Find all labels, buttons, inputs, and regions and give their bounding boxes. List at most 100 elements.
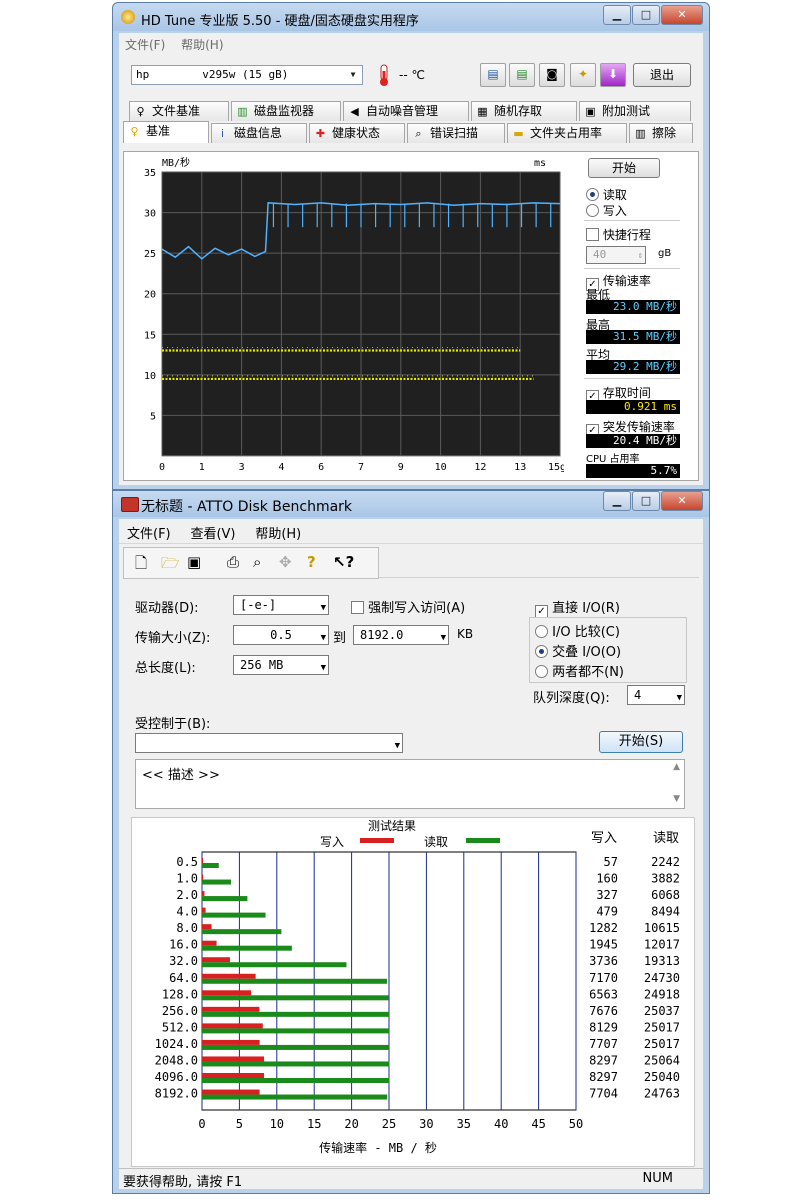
transfer-to-value: 8192.0 — [360, 628, 404, 642]
status-num: NUM — [642, 1171, 673, 1186]
options-button[interactable]: ✦ — [570, 63, 596, 87]
chevron-down-icon: ▼ — [320, 663, 326, 673]
tab-disk-info[interactable]: i 磁盘信息 — [211, 123, 307, 143]
x-tick-label: 5 — [236, 1117, 243, 1131]
chevron-down-icon: ▼ — [440, 633, 446, 643]
results-chart: 测试结果 写入 读取 写入 读取 0 5 10 15 20 25 30 35 40 45 50 0.5… — [155, 818, 680, 1155]
legend-read-label: 读取 — [424, 835, 448, 849]
read-radio[interactable]: 读取 — [586, 186, 627, 203]
close-button[interactable]: ✕ — [661, 5, 703, 25]
bar-write — [202, 990, 252, 996]
burst-rate-value: 20.4 MB/秒 — [586, 434, 680, 448]
short-stroke-checkbox[interactable]: 快捷行程 — [586, 226, 651, 243]
transfer-from-select[interactable]: 0.5 ▼ — [233, 625, 329, 645]
screenshot-button[interactable]: ◙ — [539, 63, 565, 87]
maximize-button[interactable]: □ — [632, 5, 660, 25]
force-write-checkbox[interactable]: 强制写入访问(A) — [351, 597, 465, 616]
camera-icon: ◙ — [546, 67, 558, 81]
bar-write — [202, 1073, 265, 1078]
drive-select[interactable]: [-e-] ▼ — [233, 595, 329, 615]
maximize-button[interactable]: □ — [632, 491, 660, 511]
trash-icon: ▥ — [635, 127, 646, 140]
read-value-label: 25040 — [644, 1070, 680, 1084]
tab-file-benchmark[interactable]: ♀ 文件基准 — [129, 101, 229, 121]
direct-io-label: 直接 I/O(R) — [552, 601, 620, 616]
extra-tests-icon: ▣ — [585, 105, 596, 118]
scroll-up-icon[interactable]: ▲ — [673, 762, 680, 772]
minimize-button[interactable]: ▁ — [603, 491, 631, 511]
hdtune-titlebar[interactable]: HD Tune 专业版 5.50 - 硬盘/固态硬盘实用程序 ▁ □ ✕ — [113, 3, 709, 31]
description-box[interactable]: << 描述 >> ▲ ▼ — [135, 759, 685, 809]
x-tick-label: 7 — [358, 462, 364, 473]
tab-random-access[interactable]: ▦ 随机存取 — [471, 101, 577, 121]
write-value-label: 3736 — [589, 954, 618, 968]
tab-health[interactable]: ✚ 健康状态 — [309, 123, 405, 143]
close-icon: ✕ — [677, 494, 687, 507]
scroll-down-icon[interactable]: ▼ — [673, 794, 680, 804]
context-help-icon[interactable]: ↖? — [333, 553, 354, 571]
write-value-label: 8129 — [589, 1020, 618, 1034]
drive-select[interactable]: hp v295w (15 gB) ▼ — [131, 65, 363, 85]
controlled-by-select[interactable]: ▼ — [135, 733, 403, 753]
overlapped-io-label: 交叠 I/O(O) — [552, 645, 622, 660]
start-button[interactable]: 开始 — [588, 158, 660, 178]
menu-file[interactable]: 文件(F) — [119, 33, 171, 56]
move-icon[interactable]: ✥ — [279, 553, 292, 571]
hdtune-window: HD Tune 专业版 5.50 - 硬盘/固态硬盘实用程序 ▁ □ ✕ 文件(… — [112, 2, 710, 490]
menu-file[interactable]: 文件(F) — [119, 519, 179, 546]
tab-error-scan[interactable]: ⌕ 错误扫描 — [407, 123, 505, 143]
close-button[interactable]: ✕ — [661, 491, 703, 511]
exit-button[interactable]: 退出 — [633, 63, 691, 87]
write-radio[interactable]: 写入 — [586, 202, 627, 219]
x-tick-label: 15 — [307, 1117, 321, 1131]
tab-disk-monitor[interactable]: ▥ 磁盘监视器 — [231, 101, 341, 121]
tab-erase[interactable]: ▥ 擦除 — [629, 123, 693, 143]
atto-start-button[interactable]: 开始(S) — [599, 731, 683, 753]
total-length-select[interactable]: 256 MB ▼ — [233, 655, 329, 675]
atto-toolbar: 🗋 🗁 ▣ ⎙ ⌕ ✥ ? ↖? — [123, 547, 699, 579]
new-file-icon[interactable]: 🗋 — [135, 553, 147, 578]
cpu-label: CPU 占用率 — [586, 454, 640, 465]
x-tick-label: 1 — [199, 462, 205, 473]
menu-help[interactable]: 帮助(H) — [175, 33, 229, 56]
category-label: 32.0 — [169, 954, 198, 968]
bar-write — [202, 1023, 263, 1029]
bar-read — [202, 978, 387, 984]
chart-ylabel-left: MB/秒 — [162, 156, 190, 169]
tab-extra-tests[interactable]: ▣ 附加测试 — [579, 101, 691, 121]
direct-io-checkbox[interactable]: ✓ 直接 I/O(R) — [535, 597, 620, 618]
copy-info-button[interactable]: ▤ — [480, 63, 506, 87]
overlapped-io-radio[interactable]: 交叠 I/O(O) — [535, 641, 621, 660]
y-left-tick-label: 10 — [144, 371, 156, 382]
atto-client: 文件(F) 查看(V) 帮助(H) 🗋 🗁 ▣ ⎙ ⌕ ✥ ? ↖? 驱动器(D… — [119, 519, 703, 1190]
queue-depth-select[interactable]: 4 ▼ — [627, 685, 685, 705]
tab-aam[interactable]: ◀ 自动噪音管理 — [343, 101, 469, 121]
bar-read — [202, 879, 232, 885]
kb-label: KB — [457, 627, 474, 641]
io-compare-radio[interactable]: I/O 比较(C) — [535, 621, 620, 640]
tab-folder-usage[interactable]: ▬ 文件夹占用率 — [507, 123, 627, 143]
x-tick-label: 40 — [494, 1117, 508, 1131]
open-folder-icon[interactable]: 🗁 — [161, 553, 180, 578]
menu-help[interactable]: 帮助(H) — [247, 519, 309, 546]
download-button[interactable]: ⬇ — [600, 63, 626, 87]
print-preview-icon[interactable]: ⌕ — [253, 553, 261, 571]
x-tick-label: 50 — [569, 1117, 583, 1131]
tab-label: 基准 — [146, 124, 171, 138]
write-value-label: 7704 — [589, 1087, 618, 1101]
status-text: 要获得帮助, 请按 F1 — [123, 1175, 243, 1190]
description-text: << 描述 >> — [142, 768, 220, 783]
save-icon[interactable]: ▣ — [187, 553, 201, 571]
minimize-button[interactable]: ▁ — [603, 5, 631, 25]
copy-text-button[interactable]: ▤ — [509, 63, 535, 87]
help-icon[interactable]: ? — [307, 553, 316, 571]
print-icon[interactable]: ⎙ — [227, 553, 239, 571]
tab-benchmark[interactable]: ♀ 基准 — [123, 121, 209, 143]
transfer-to-select[interactable]: 8192.0 ▼ — [353, 625, 449, 645]
short-stroke-input[interactable]: 40 ⇕ — [586, 246, 646, 264]
read-value-label: 19313 — [644, 954, 680, 968]
menu-view[interactable]: 查看(V) — [182, 519, 243, 546]
temperature-readout: -- ℃ — [399, 68, 425, 82]
atto-titlebar[interactable]: 无标题 - ATTO Disk Benchmark ▁ □ ✕ — [113, 491, 709, 517]
neither-radio[interactable]: 两者都不(N) — [535, 661, 624, 680]
